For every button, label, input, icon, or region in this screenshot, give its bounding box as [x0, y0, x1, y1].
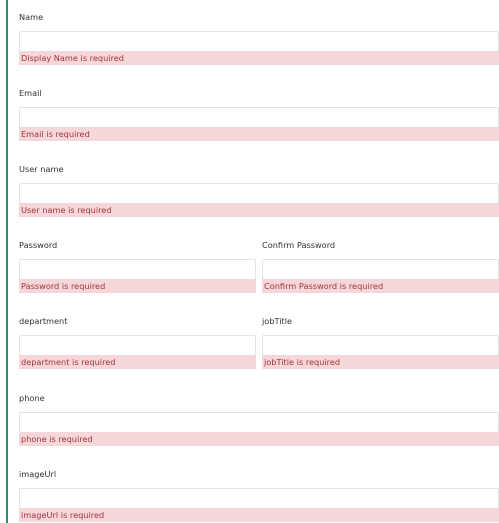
- job-title-input[interactable]: [262, 335, 499, 356]
- email-input[interactable]: [19, 107, 499, 128]
- left-accent-border: [6, 0, 8, 523]
- password-error-message: Password is required: [19, 279, 256, 293]
- image-url-input[interactable]: [19, 488, 499, 509]
- password-label: Password: [19, 240, 58, 250]
- job-title-error-message: jobTitle is required: [262, 355, 499, 369]
- password-input[interactable]: [19, 259, 256, 280]
- image-url-error-message: imageUrl is required: [19, 508, 499, 522]
- confirm-password-error-message: Confirm Password is required: [262, 279, 499, 293]
- department-error-message: department is required: [19, 355, 256, 369]
- phone-label: phone: [19, 393, 45, 403]
- email-error-message: Email is required: [19, 127, 499, 141]
- name-input[interactable]: [19, 31, 499, 52]
- image-url-label: imageUrl: [19, 469, 57, 479]
- confirm-password-input[interactable]: [262, 259, 499, 280]
- department-label: department: [19, 316, 68, 326]
- username-label: User name: [19, 164, 64, 174]
- email-label: Email: [19, 88, 42, 98]
- name-label: Name: [19, 12, 44, 22]
- job-title-label: jobTitle: [262, 316, 293, 326]
- username-error-message: User name is required: [19, 203, 499, 217]
- name-error-message: Display Name is required: [19, 51, 499, 65]
- username-input[interactable]: [19, 183, 499, 204]
- confirm-password-label: Confirm Password: [262, 240, 336, 250]
- phone-error-message: phone is required: [19, 432, 499, 446]
- department-input[interactable]: [19, 335, 256, 356]
- phone-input[interactable]: [19, 412, 499, 433]
